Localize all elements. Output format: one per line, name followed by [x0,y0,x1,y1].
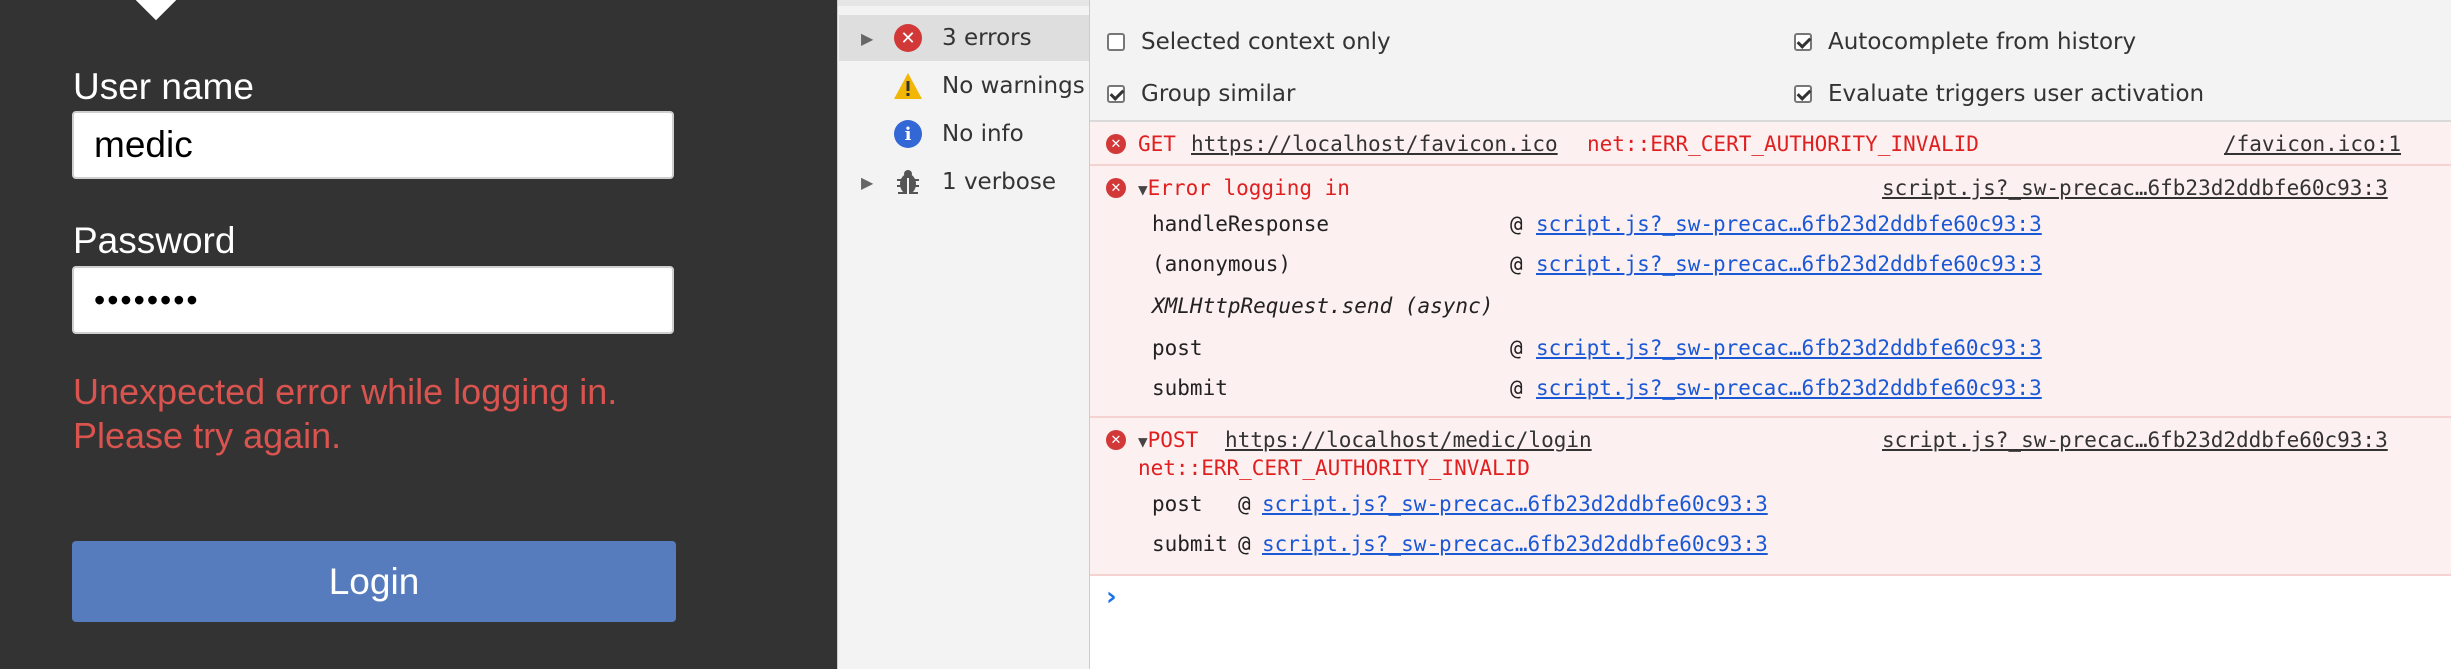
source-link[interactable]: script.js?_sw-precac…6fb23d2ddbfe60c93:3 [1882,428,2388,452]
sidebar-item-label: No info [942,121,1024,147]
error-icon: ✕ [1106,430,1126,450]
request-url-link[interactable]: https://localhost/medic/login [1225,428,1592,452]
selected-context-only-checkbox[interactable] [1107,33,1125,51]
stack-frame-link[interactable]: script.js?_sw-precac…6fb23d2ddbfe60c93:3 [1536,212,2042,236]
login-error-message: Unexpected error while logging in. Pleas… [73,370,793,458]
sidebar-item-label: No warnings [942,73,1085,99]
console-sidebar: ▶ ✕ 3 errors No warnings i No info ▶ 1 v… [837,0,1090,669]
setting-label: Selected context only [1141,29,1391,55]
collapse-triangle-icon[interactable]: ▼ [1138,180,1148,199]
password-input[interactable]: •••••••• [72,266,674,334]
setting-autocomplete-from-history[interactable]: Autocomplete from history [1794,29,2136,55]
stack-frame-fn: submit [1152,532,1228,556]
password-value: •••••••• [94,281,200,318]
setting-label: Evaluate triggers user activation [1828,81,2205,107]
console-settings: Selected context only Group similar Auto… [1090,0,2451,122]
stack-frame-at: @ [1510,376,1523,400]
sidebar-top-edge [838,0,1089,6]
error-icon: ✕ [893,23,923,53]
source-link[interactable]: script.js?_sw-precac…6fb23d2ddbfe60c93:3 [1882,176,2388,200]
stack-frame-fn: post [1152,492,1203,516]
stack-frame-link[interactable]: script.js?_sw-precac…6fb23d2ddbfe60c93:3 [1536,336,2042,360]
autocomplete-from-history-checkbox[interactable] [1794,33,1812,51]
error-icon: ✕ [1106,178,1126,198]
collapse-triangle-icon[interactable]: ▼ [1138,432,1148,451]
stack-frame-link[interactable]: script.js?_sw-precac…6fb23d2ddbfe60c93:3 [1536,376,2042,400]
error-icon: ✕ [1106,134,1126,154]
warning-icon [893,71,923,101]
info-icon: i [893,119,923,149]
error-code: net::ERR_CERT_AUTHORITY_INVALID [1138,456,1530,480]
group-similar-checkbox[interactable] [1107,85,1125,103]
sidebar-item-label: 1 verbose [942,169,1056,195]
password-label: Password [73,220,236,261]
stack-frame-at: @ [1510,252,1523,276]
stack-frame-fn: handleResponse [1152,212,1330,236]
login-button[interactable]: Login [72,541,676,622]
sidebar-item-label: 3 errors [942,25,1032,51]
stack-frame-fn: post [1152,336,1203,360]
source-link[interactable]: /favicon.ico:1 [2224,132,2401,156]
console-messages: ✕ GET https://localhost/favicon.ico net:… [1090,122,2451,669]
username-label: User name [73,66,254,107]
evaluate-triggers-checkbox[interactable] [1794,85,1812,103]
stack-frame-at: @ [1510,336,1523,360]
setting-label: Autocomplete from history [1828,29,2137,55]
console-error-message: ✕ ▼POST https://localhost/medic/login sc… [1090,418,2451,576]
login-error-line2: Please try again. [73,415,342,456]
setting-label: Group similar [1141,81,1296,107]
username-input[interactable]: medic [72,111,674,179]
console-error-message: ✕ GET https://localhost/favicon.ico net:… [1090,122,2451,166]
setting-selected-context-only[interactable]: Selected context only [1107,29,1391,55]
stack-frame-link[interactable]: script.js?_sw-precac…6fb23d2ddbfe60c93:3 [1262,532,1768,556]
console-prompt-icon[interactable]: › [1106,582,1117,612]
setting-group-similar[interactable]: Group similar [1107,81,1295,107]
username-value: medic [94,124,193,165]
stack-frame-at: @ [1238,492,1251,516]
sidebar-item-verbose[interactable]: ▶ 1 verbose [839,159,1089,205]
console-error-message: ✕ ▼Error logging in script.js?_sw-precac… [1090,166,2451,418]
expand-arrow-icon[interactable]: ▶ [861,173,873,192]
bug-icon [893,167,923,197]
stack-frame-link[interactable]: script.js?_sw-precac…6fb23d2ddbfe60c93:3 [1536,252,2042,276]
request-method[interactable]: ▼POST [1138,428,1198,452]
setting-evaluate-triggers-user-activation[interactable]: Evaluate triggers user activation [1794,81,2204,107]
stack-frame-at: @ [1238,532,1251,556]
stack-frame-fn: (anonymous) [1152,252,1292,276]
stack-frame-link[interactable]: script.js?_sw-precac…6fb23d2ddbfe60c93:3 [1262,492,1768,516]
expand-arrow-icon[interactable]: ▶ [861,29,873,48]
logo [127,0,185,21]
sidebar-item-info[interactable]: i No info [839,111,1089,157]
stack-frame-async: XMLHttpRequest.send (async) [1152,294,1494,318]
request-method: GET [1138,132,1176,156]
sidebar-item-errors[interactable]: ▶ ✕ 3 errors [839,15,1089,61]
error-title[interactable]: ▼Error logging in [1138,176,1350,200]
request-url-link[interactable]: https://localhost/favicon.ico [1191,132,1558,156]
login-panel: User name medic Password •••••••• Unexpe… [0,0,837,669]
stack-frame-at: @ [1510,212,1523,236]
sidebar-item-warnings[interactable]: No warnings [839,63,1089,109]
stack-frame-fn: submit [1152,376,1228,400]
login-error-line1: Unexpected error while logging in. [73,371,618,412]
error-code: net::ERR_CERT_AUTHORITY_INVALID [1587,132,1979,156]
